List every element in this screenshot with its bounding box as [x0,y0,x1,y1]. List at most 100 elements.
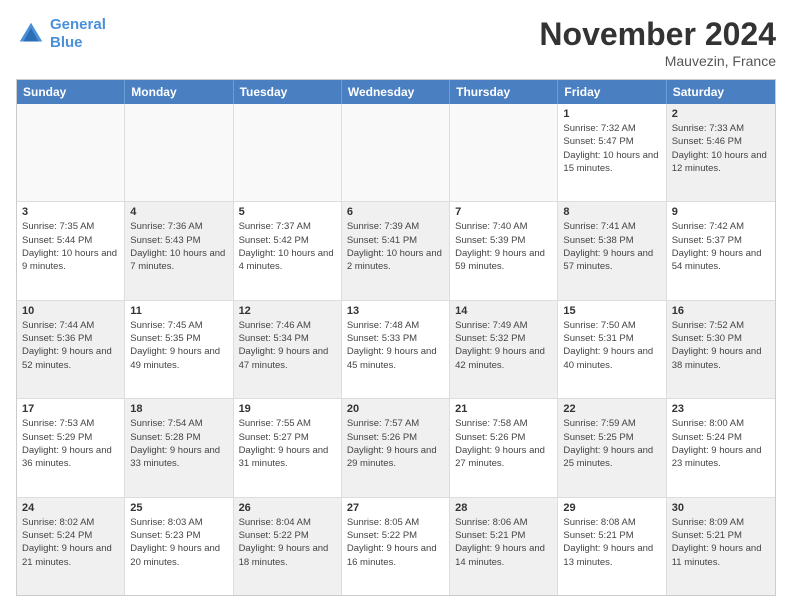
header-sunday: Sunday [17,80,125,104]
calendar-row-3: 17 Sunrise: 7:53 AM Sunset: 5:29 PM Dayli… [17,399,775,497]
calendar-cell: 21 Sunrise: 7:58 AM Sunset: 5:26 PM Dayli… [450,399,558,496]
day-info: Sunrise: 8:00 AM Sunset: 5:24 PM Dayligh… [672,417,770,470]
calendar-cell [450,104,558,201]
logo-icon [16,19,46,49]
day-info: Sunrise: 7:45 AM Sunset: 5:35 PM Dayligh… [130,319,227,372]
calendar-cell: 15 Sunrise: 7:50 AM Sunset: 5:31 PM Dayli… [558,301,666,398]
calendar-cell [125,104,233,201]
day-info: Sunrise: 7:52 AM Sunset: 5:30 PM Dayligh… [672,319,770,372]
day-info: Sunrise: 8:06 AM Sunset: 5:21 PM Dayligh… [455,516,552,569]
day-number: 6 [347,206,444,218]
header-friday: Friday [558,80,666,104]
day-number: 25 [130,502,227,514]
calendar-cell: 10 Sunrise: 7:44 AM Sunset: 5:36 PM Dayli… [17,301,125,398]
calendar: Sunday Monday Tuesday Wednesday Thursday… [16,79,776,596]
day-info: Sunrise: 8:09 AM Sunset: 5:21 PM Dayligh… [672,516,770,569]
calendar-cell: 7 Sunrise: 7:40 AM Sunset: 5:39 PM Daylig… [450,202,558,299]
day-number: 27 [347,502,444,514]
day-info: Sunrise: 8:08 AM Sunset: 5:21 PM Dayligh… [563,516,660,569]
calendar-cell: 3 Sunrise: 7:35 AM Sunset: 5:44 PM Daylig… [17,202,125,299]
day-info: Sunrise: 7:57 AM Sunset: 5:26 PM Dayligh… [347,417,444,470]
day-info: Sunrise: 7:41 AM Sunset: 5:38 PM Dayligh… [563,220,660,273]
calendar-cell: 25 Sunrise: 8:03 AM Sunset: 5:23 PM Dayli… [125,498,233,595]
location: Mauvezin, France [539,53,776,69]
day-number: 11 [130,305,227,317]
logo-line1: General [50,16,106,33]
day-info: Sunrise: 7:37 AM Sunset: 5:42 PM Dayligh… [239,220,336,273]
day-info: Sunrise: 7:59 AM Sunset: 5:25 PM Dayligh… [563,417,660,470]
calendar-cell: 8Sunrise: 7:41 AM Sunset: 5:38 PM Daylig… [558,202,666,299]
day-info: Sunrise: 7:36 AM Sunset: 5:43 PM Dayligh… [130,220,227,273]
calendar-cell: 20 Sunrise: 7:57 AM Sunset: 5:26 PM Dayli… [342,399,450,496]
calendar-cell: 26 Sunrise: 8:04 AM Sunset: 5:22 PM Dayli… [234,498,342,595]
header-tuesday: Tuesday [234,80,342,104]
calendar-cell: 16 Sunrise: 7:52 AM Sunset: 5:30 PM Dayli… [667,301,775,398]
header: General Blue November 2024 Mauvezin, Fra… [16,16,776,69]
day-number: 15 [563,305,660,317]
day-number: 3 [22,206,119,218]
day-number: 26 [239,502,336,514]
day-number: 2 [672,108,770,120]
day-number: 7 [455,206,552,218]
day-info: Sunrise: 7:40 AM Sunset: 5:39 PM Dayligh… [455,220,552,273]
day-number: 16 [672,305,770,317]
day-number: 17 [22,403,119,415]
day-number: 13 [347,305,444,317]
day-info: Sunrise: 7:39 AM Sunset: 5:41 PM Dayligh… [347,220,444,273]
day-number: 30 [672,502,770,514]
day-number: 10 [22,305,119,317]
day-number: 9 [672,206,770,218]
day-info: Sunrise: 7:46 AM Sunset: 5:34 PM Dayligh… [239,319,336,372]
calendar-cell: 23Sunrise: 8:00 AM Sunset: 5:24 PM Dayli… [667,399,775,496]
logo-text: General Blue [50,16,106,52]
day-number: 20 [347,403,444,415]
header-wednesday: Wednesday [342,80,450,104]
day-number: 12 [239,305,336,317]
calendar-row-4: 24 Sunrise: 8:02 AM Sunset: 5:24 PM Dayli… [17,498,775,595]
logo: General Blue [16,16,106,52]
day-info: Sunrise: 7:49 AM Sunset: 5:32 PM Dayligh… [455,319,552,372]
day-info: Sunrise: 7:50 AM Sunset: 5:31 PM Dayligh… [563,319,660,372]
calendar-cell: 4 Sunrise: 7:36 AM Sunset: 5:43 PM Daylig… [125,202,233,299]
calendar-cell: 17 Sunrise: 7:53 AM Sunset: 5:29 PM Dayli… [17,399,125,496]
day-number: 24 [22,502,119,514]
day-number: 19 [239,403,336,415]
day-number: 14 [455,305,552,317]
calendar-cell: 14 Sunrise: 7:49 AM Sunset: 5:32 PM Dayli… [450,301,558,398]
logo-line2: Blue [50,34,83,51]
day-info: Sunrise: 7:54 AM Sunset: 5:28 PM Dayligh… [130,417,227,470]
day-info: Sunrise: 7:53 AM Sunset: 5:29 PM Dayligh… [22,417,119,470]
calendar-row-1: 3 Sunrise: 7:35 AM Sunset: 5:44 PM Daylig… [17,202,775,300]
calendar-cell: 9Sunrise: 7:42 AM Sunset: 5:37 PM Daylig… [667,202,775,299]
calendar-cell: 22 Sunrise: 7:59 AM Sunset: 5:25 PM Dayli… [558,399,666,496]
month-title: November 2024 [539,16,776,53]
calendar-cell: 11 Sunrise: 7:45 AM Sunset: 5:35 PM Dayli… [125,301,233,398]
day-info: Sunrise: 7:55 AM Sunset: 5:27 PM Dayligh… [239,417,336,470]
day-number: 21 [455,403,552,415]
day-info: Sunrise: 8:03 AM Sunset: 5:23 PM Dayligh… [130,516,227,569]
calendar-cell: 30 Sunrise: 8:09 AM Sunset: 5:21 PM Dayli… [667,498,775,595]
day-info: Sunrise: 7:32 AM Sunset: 5:47 PM Dayligh… [563,122,660,175]
calendar-cell: 13 Sunrise: 7:48 AM Sunset: 5:33 PM Dayli… [342,301,450,398]
day-info: Sunrise: 7:48 AM Sunset: 5:33 PM Dayligh… [347,319,444,372]
calendar-cell: 27 Sunrise: 8:05 AM Sunset: 5:22 PM Dayli… [342,498,450,595]
header-thursday: Thursday [450,80,558,104]
day-number: 4 [130,206,227,218]
day-info: Sunrise: 7:58 AM Sunset: 5:26 PM Dayligh… [455,417,552,470]
calendar-cell [342,104,450,201]
calendar-row-2: 10 Sunrise: 7:44 AM Sunset: 5:36 PM Dayli… [17,301,775,399]
calendar-cell: 18Sunrise: 7:54 AM Sunset: 5:28 PM Dayli… [125,399,233,496]
calendar-cell: 1 Sunrise: 7:32 AM Sunset: 5:47 PM Daylig… [558,104,666,201]
day-info: Sunrise: 8:05 AM Sunset: 5:22 PM Dayligh… [347,516,444,569]
day-number: 1 [563,108,660,120]
calendar-cell: 5 Sunrise: 7:37 AM Sunset: 5:42 PM Daylig… [234,202,342,299]
day-info: Sunrise: 8:04 AM Sunset: 5:22 PM Dayligh… [239,516,336,569]
day-info: Sunrise: 8:02 AM Sunset: 5:24 PM Dayligh… [22,516,119,569]
day-number: 22 [563,403,660,415]
day-info: Sunrise: 7:35 AM Sunset: 5:44 PM Dayligh… [22,220,119,273]
calendar-body: 1 Sunrise: 7:32 AM Sunset: 5:47 PM Daylig… [17,104,775,595]
day-number: 29 [563,502,660,514]
calendar-header: Sunday Monday Tuesday Wednesday Thursday… [17,80,775,104]
day-info: Sunrise: 7:44 AM Sunset: 5:36 PM Dayligh… [22,319,119,372]
day-number: 5 [239,206,336,218]
